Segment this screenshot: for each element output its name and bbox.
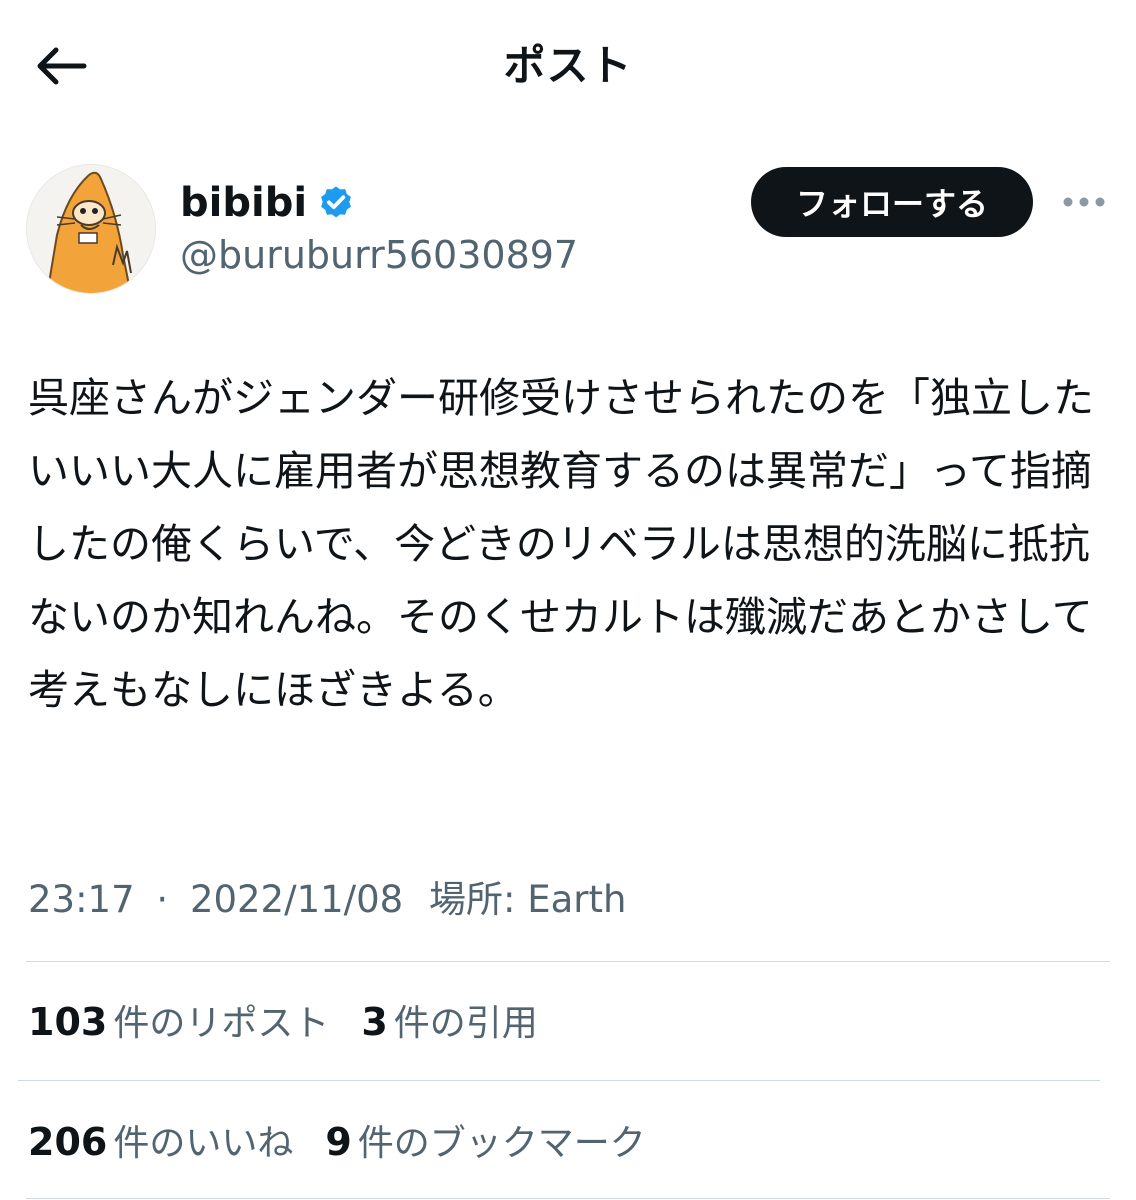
quotes-stat[interactable]: 3 件の引用	[361, 994, 537, 1046]
avatar[interactable]	[26, 164, 156, 294]
top-bar: ポスト	[0, 0, 1136, 130]
divider	[26, 961, 1110, 962]
post-timestamp[interactable]: 23:17 · 2022/11/08 場所: Earth	[28, 872, 626, 928]
follow-button[interactable]: フォローする	[751, 167, 1033, 237]
bookmarks-stat[interactable]: 9 件のブックマーク	[325, 1114, 645, 1166]
likes-stat[interactable]: 206 件のいいね	[28, 1114, 293, 1166]
avatar-illustration	[27, 165, 155, 293]
more-options-button[interactable]	[1056, 182, 1112, 222]
timestamp-separator: ·	[156, 878, 169, 921]
likes-count: 206	[28, 1120, 108, 1164]
post-text: 呉座さんがジェンダー研修受けさせられたのを「独立したいいい大人に雇用者が思想教育…	[28, 374, 1094, 714]
repost-stats-row: 103 件のリポスト 3 件の引用	[28, 990, 570, 1050]
likes-label: 件のいいね	[113, 1123, 294, 1164]
divider	[18, 1080, 1100, 1081]
bookmarks-count: 9	[325, 1120, 352, 1164]
bookmarks-label: 件のブックマーク	[357, 1123, 646, 1164]
display-name[interactable]: bibibi	[180, 178, 307, 228]
like-stats-row: 206 件のいいね 9 件のブックマーク	[28, 1110, 678, 1170]
quotes-label: 件の引用	[393, 1003, 538, 1044]
page-title: ポスト	[503, 41, 633, 90]
post-time: 23:17	[28, 878, 135, 921]
post-date: 2022/11/08	[189, 878, 404, 921]
quotes-count: 3	[361, 1000, 388, 1044]
post-location: 場所: Earth	[428, 878, 627, 921]
more-horizontal-icon	[1063, 197, 1105, 207]
verified-badge-icon	[317, 184, 355, 222]
divider	[26, 1198, 1110, 1199]
user-handle[interactable]: @buruburr56030897	[180, 230, 578, 280]
reposts-stat[interactable]: 103 件のリポスト	[28, 994, 329, 1046]
reposts-label: 件のリポスト	[113, 1003, 330, 1044]
reposts-count: 103	[28, 1000, 108, 1044]
author-name-row[interactable]: bibibi	[180, 178, 355, 228]
